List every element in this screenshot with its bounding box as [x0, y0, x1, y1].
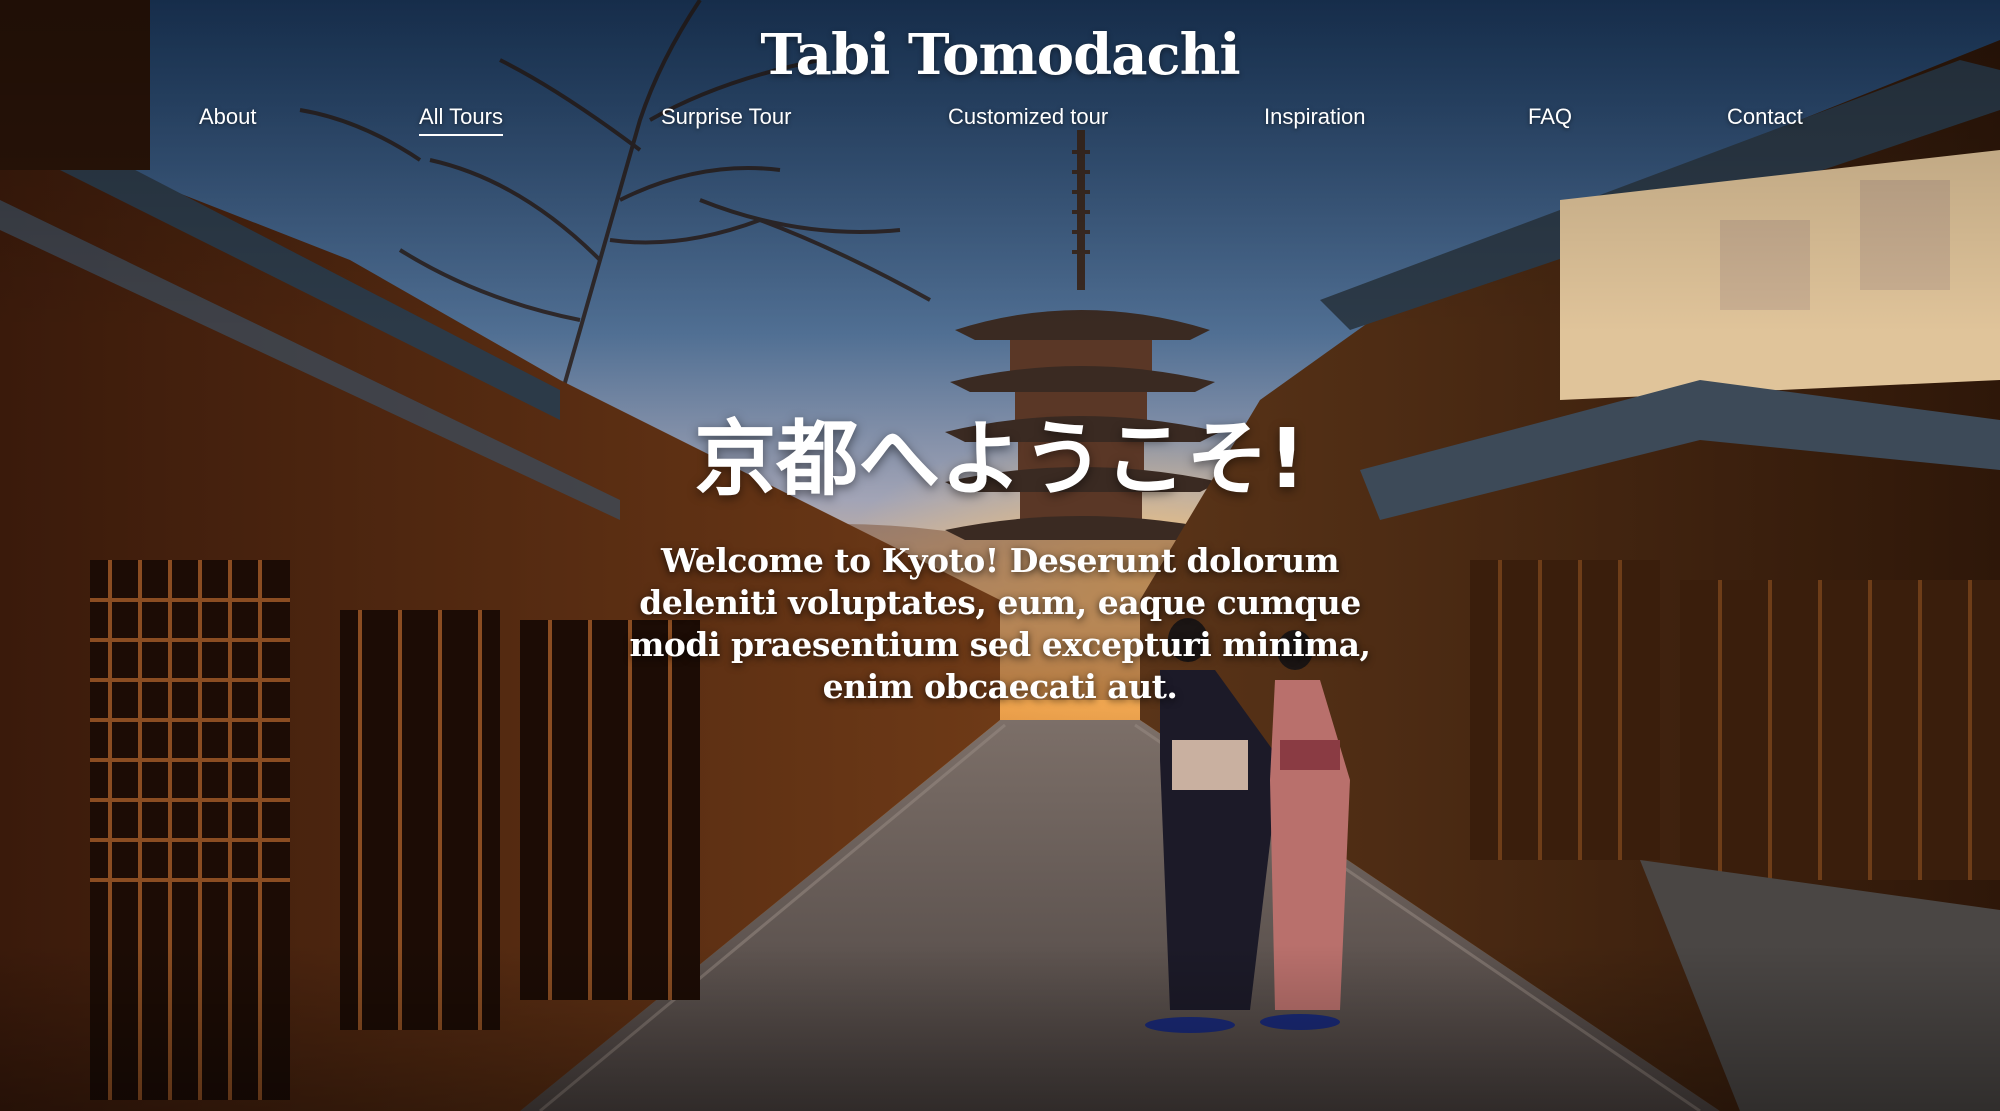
hero-description: Welcome to Kyoto! Deserunt dolorum delen… — [629, 541, 1372, 706]
site-title[interactable]: Tabi Tomodachi — [0, 22, 2000, 88]
hero-heading: 京都へようこそ! — [694, 412, 1306, 507]
nav-link-inspiration[interactable]: Inspiration — [1264, 104, 1366, 130]
nav-link-all-tours[interactable]: All Tours — [419, 104, 503, 136]
nav-link-customized-tour[interactable]: Customized tour — [948, 104, 1108, 130]
nav-link-faq[interactable]: FAQ — [1528, 104, 1572, 130]
nav-link-surprise-tour[interactable]: Surprise Tour — [661, 104, 791, 130]
nav-link-about[interactable]: About — [199, 104, 257, 130]
nav-link-contact[interactable]: Contact — [1727, 104, 1803, 130]
